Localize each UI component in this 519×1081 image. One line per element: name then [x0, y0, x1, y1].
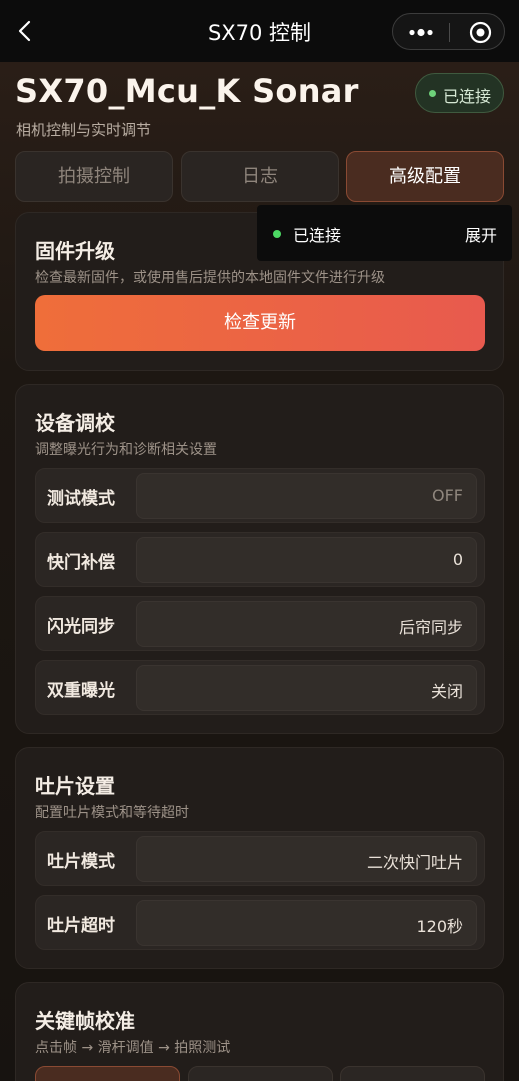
- setting-row-shutter-compensation[interactable]: 快门补偿 0: [35, 532, 485, 587]
- eject-timeout-select[interactable]: 120秒: [136, 900, 477, 946]
- row-label: 双重曝光: [47, 681, 115, 701]
- double-exposure-select[interactable]: 关闭: [136, 665, 477, 711]
- toast-text: 已连接: [293, 226, 342, 245]
- row-value: 后帘同步: [398, 618, 463, 637]
- row-value: 关闭: [430, 682, 463, 701]
- eject-mode-select[interactable]: 二次快门吐片: [136, 836, 477, 882]
- keyframe-title: 关键帧校准: [35, 1009, 135, 1033]
- connection-toast: 已连接 展开: [257, 205, 512, 261]
- row-label: 吐片模式: [47, 852, 115, 872]
- toast-status-dot-icon: [273, 230, 281, 238]
- setting-row-eject-mode[interactable]: 吐片模式 二次快门吐片: [35, 831, 485, 886]
- device-subtitle: 相机控制与实时调节: [16, 121, 152, 139]
- keyframe-button-1[interactable]: [35, 1066, 180, 1081]
- row-label: 快门补偿: [47, 553, 115, 573]
- calibration-title: 设备调校: [35, 411, 115, 435]
- check-update-button[interactable]: 检查更新: [35, 295, 485, 351]
- calibration-desc: 调整曝光行为和诊断相关设置: [35, 442, 217, 458]
- flash-sync-select[interactable]: 后帘同步: [136, 601, 477, 647]
- target-icon[interactable]: [469, 21, 492, 44]
- setting-row-double-exposure[interactable]: 双重曝光 关闭: [35, 660, 485, 715]
- more-dots-icon[interactable]: [405, 23, 437, 42]
- shutter-compensation-select[interactable]: 0: [136, 537, 477, 583]
- tab-shooting-control[interactable]: 拍摄控制: [15, 151, 173, 202]
- row-value: 0: [452, 550, 463, 569]
- setting-row-eject-timeout[interactable]: 吐片超时 120秒: [35, 895, 485, 950]
- row-value: 二次快门吐片: [366, 853, 463, 872]
- status-dot-icon: [429, 90, 436, 97]
- connection-status-badge: 已连接: [415, 73, 504, 113]
- keyframe-card: 关键帧校准 点击帧 → 滑杆调值 → 拍照测试: [15, 982, 504, 1081]
- eject-desc: 配置吐片模式和等待超时: [35, 805, 189, 821]
- status-text: 已连接: [443, 87, 492, 106]
- row-label: 闪光同步: [47, 617, 115, 637]
- row-label: 测试模式: [47, 489, 115, 509]
- tab-log[interactable]: 日志: [181, 151, 339, 202]
- eject-card: 吐片设置 配置吐片模式和等待超时 吐片模式 二次快门吐片 吐片超时 120秒: [15, 747, 504, 969]
- firmware-desc: 检查最新固件，或使用售后提供的本地固件文件进行升级: [35, 270, 385, 286]
- calibration-card: 设备调校 调整曝光行为和诊断相关设置 测试模式 OFF 快门补偿 0 闪光同步 …: [15, 384, 504, 734]
- keyframe-button-2[interactable]: [188, 1066, 333, 1081]
- nav-bar: SX70 控制: [0, 0, 519, 62]
- test-mode-select[interactable]: OFF: [136, 473, 477, 519]
- row-label: 吐片超时: [47, 916, 115, 936]
- keyframe-desc: 点击帧 → 滑杆调值 → 拍照测试: [35, 1040, 231, 1056]
- keyframe-button-3[interactable]: [340, 1066, 485, 1081]
- row-value: 120秒: [416, 917, 463, 936]
- firmware-title: 固件升级: [35, 239, 115, 263]
- setting-row-test-mode[interactable]: 测试模式 OFF: [35, 468, 485, 523]
- row-value: OFF: [432, 486, 463, 505]
- mini-program-capsule: [392, 13, 505, 50]
- eject-title: 吐片设置: [35, 774, 115, 798]
- capsule-divider: [449, 23, 450, 42]
- toast-expand-button[interactable]: 展开: [465, 222, 497, 246]
- tab-advanced-config[interactable]: 高级配置: [346, 151, 504, 202]
- setting-row-flash-sync[interactable]: 闪光同步 后帘同步: [35, 596, 485, 651]
- device-title: SX70_Mcu_K Sonar: [15, 72, 359, 110]
